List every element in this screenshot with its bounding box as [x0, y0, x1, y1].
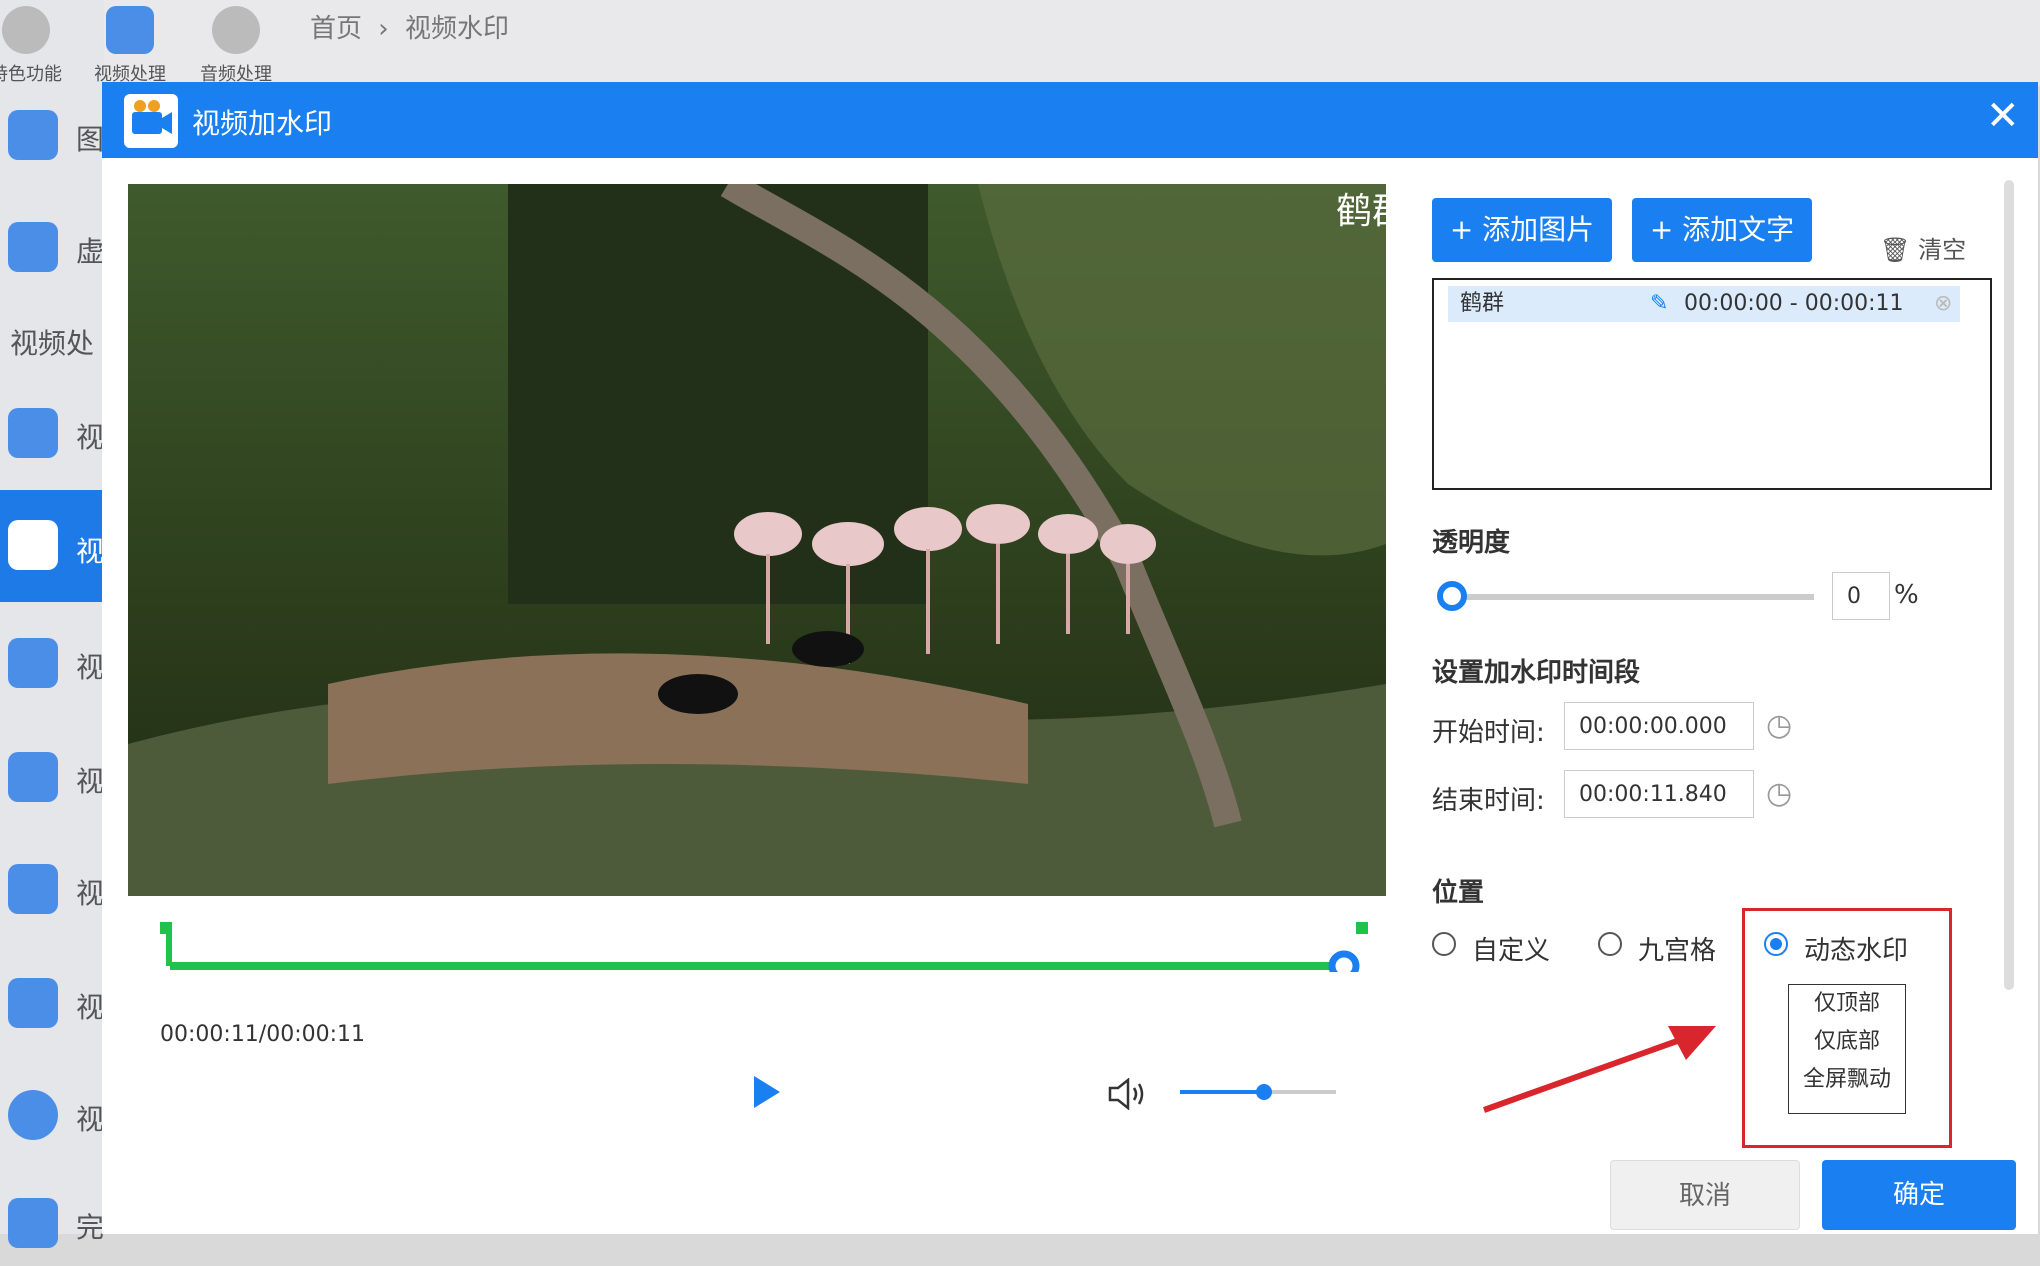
sidebar-section-label: 视频处	[10, 327, 95, 360]
list-item[interactable]: 鹤群 ✎ 00:00:00 - 00:00:11 ⊗	[1448, 286, 1960, 322]
sidebar-item[interactable]: 视	[0, 846, 104, 932]
dialog-title: 视频加水印	[192, 107, 333, 140]
watermark-overlay-text[interactable]: 鹤群	[1336, 182, 1408, 234]
clear-button[interactable]: 🗑 清空	[1880, 230, 1966, 265]
sidebar-item[interactable]: 视	[0, 620, 104, 706]
time-section-title: 设置加水印时间段	[1432, 658, 1641, 688]
video-icon	[8, 408, 58, 458]
music-icon	[212, 6, 260, 54]
topnav-featured[interactable]: 特色功能	[0, 0, 78, 86]
star-icon	[2, 6, 50, 54]
volume-icon[interactable]	[1108, 1077, 1148, 1111]
sidebar-item[interactable]: 视	[0, 734, 104, 820]
topnav-video[interactable]: 视频处理	[78, 0, 182, 86]
add-image-button[interactable]: + 添加图片	[1432, 198, 1612, 262]
edit-icon[interactable]: ✎	[1650, 286, 1668, 322]
watermark-icon	[8, 520, 58, 570]
cancel-button[interactable]: 取消	[1610, 1160, 1800, 1230]
volume-slider[interactable]	[1180, 1082, 1336, 1102]
trash-icon: 🗑	[1880, 236, 1911, 264]
timeline-end-marker[interactable]	[1356, 922, 1368, 934]
scrollbar[interactable]	[2004, 180, 2014, 990]
sidebar-item[interactable]: 完	[0, 1180, 104, 1266]
breadcrumb-separator: ›	[378, 14, 389, 44]
camera-icon	[124, 94, 178, 148]
convert-icon	[8, 752, 58, 802]
flamingo-scene	[128, 184, 1386, 896]
gif-icon	[8, 864, 58, 914]
sidebar-item[interactable]: 视	[0, 390, 104, 476]
webm-icon	[8, 978, 58, 1028]
sidebar-item[interactable]: 虚	[0, 204, 104, 290]
star-icon	[8, 1198, 58, 1248]
clock-icon[interactable]: ◷	[1766, 708, 1792, 743]
sidebar-item[interactable]: 视	[0, 1072, 104, 1158]
sidebar-item[interactable]: 视	[0, 960, 104, 1046]
timeline-track	[170, 962, 1340, 970]
remove-icon[interactable]: ⊗	[1934, 286, 1952, 322]
annotation-arrow	[1480, 1016, 1720, 1116]
opacity-slider[interactable]	[1432, 578, 1818, 614]
image-icon	[8, 110, 58, 160]
list-item-name: 鹤群	[1460, 291, 1505, 316]
start-time-input[interactable]: 00:00:00.000	[1564, 702, 1754, 750]
sidebar-item-active[interactable]: 视	[0, 490, 104, 602]
option-custom[interactable]: 自定义	[1472, 930, 1550, 967]
film-icon	[106, 6, 154, 54]
app-sidebar	[0, 0, 104, 1234]
start-time-label: 开始时间:	[1432, 718, 1545, 748]
add-text-button[interactable]: + 添加文字	[1632, 198, 1812, 262]
play-circle-icon	[8, 1090, 58, 1140]
breadcrumb-home[interactable]: 首页	[310, 14, 362, 44]
radio-grid[interactable]	[1598, 932, 1622, 956]
radio-custom[interactable]	[1432, 932, 1456, 956]
sidebar-item[interactable]: 图	[0, 92, 104, 178]
end-time-input[interactable]: 00:00:11.840	[1564, 770, 1754, 818]
position-label: 位置	[1432, 878, 1485, 908]
topnav-audio[interactable]: 音频处理	[184, 0, 288, 86]
close-icon[interactable]: ✕	[1986, 96, 2020, 136]
time-display: 00:00:11/00:00:11	[160, 1022, 366, 1047]
split-icon	[8, 638, 58, 688]
list-item-range: 00:00:00 - 00:00:11	[1684, 291, 1904, 316]
confirm-button[interactable]: 确定	[1822, 1160, 2016, 1230]
breadcrumb: 首页 › 视频水印	[310, 8, 509, 45]
opacity-unit: %	[1894, 580, 1919, 610]
dialog-header	[102, 82, 2038, 158]
blur-icon	[8, 222, 58, 272]
timeline-playhead[interactable]	[1328, 950, 1360, 982]
app-top-bar	[0, 0, 2040, 86]
option-grid[interactable]: 九宫格	[1638, 930, 1716, 967]
opacity-label: 透明度	[1432, 528, 1511, 558]
play-icon[interactable]	[752, 1074, 782, 1110]
timeline-start-bar	[166, 926, 172, 966]
video-preview	[128, 184, 1386, 896]
end-time-label: 结束时间:	[1432, 786, 1545, 816]
timeline[interactable]	[160, 920, 1368, 982]
clock-icon[interactable]: ◷	[1766, 776, 1792, 811]
opacity-input[interactable]: 0	[1832, 572, 1890, 620]
highlight-box	[1742, 908, 1952, 1148]
breadcrumb-current: 视频水印	[404, 14, 509, 44]
